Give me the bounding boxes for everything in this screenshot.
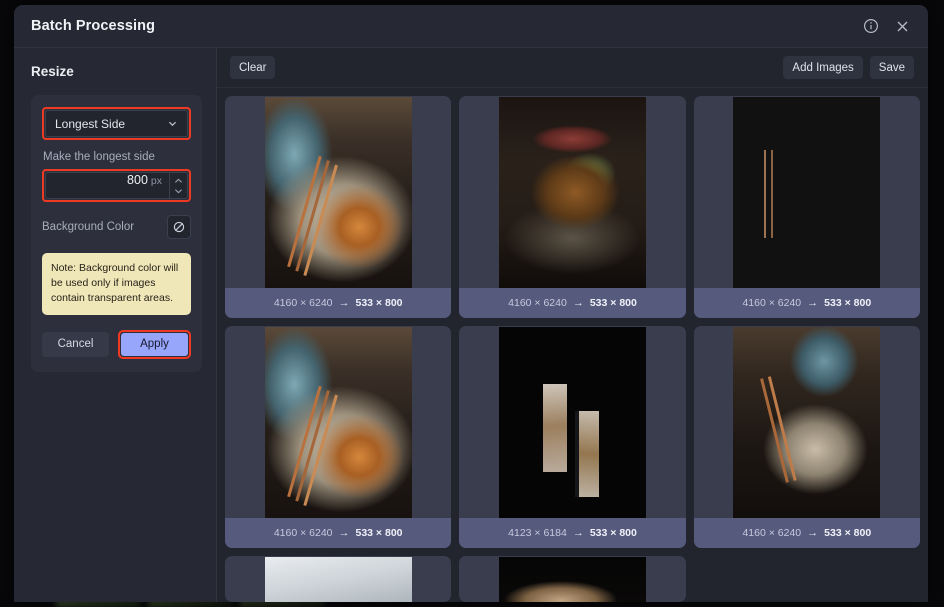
thumbnail-card[interactable]: 4160 × 6240 → 533 × 800 [693,326,920,548]
thumbnail-image [498,97,646,288]
thumbnail-card[interactable]: 4160 × 6240 → 533 × 800 [693,96,920,318]
size-input-unit: px [150,175,162,187]
source-dimensions: 4160 × 6240 [273,297,333,309]
thumbnail-caption: 4160 × 6240 → 533 × 800 [459,288,686,318]
no-color-slashed-circle-icon[interactable] [167,215,191,239]
thumbnail-image [733,327,881,518]
source-dimensions: 4160 × 6240 [742,297,802,309]
background-color-note: Note: Background color will be used only… [42,253,191,315]
photo-preview [733,97,880,288]
thumbnail-caption: 4160 × 6240 → 533 × 800 [693,288,920,318]
photo-preview [264,97,412,288]
target-dimensions: 533 × 800 [355,527,403,539]
dialog-titlebar: Batch Processing [14,5,928,48]
source-dimensions: 4160 × 6240 [273,527,333,539]
target-dimensions: 533 × 800 [355,297,403,309]
size-field-highlight: 800 px [42,169,191,202]
thumbnail-caption: 4123 × 6184 → 533 × 800 [459,518,686,548]
photo-preview [264,557,412,602]
background-color-label: Background Color [42,221,135,233]
thumbnail-image [264,557,412,602]
size-field-label: Make the longest side [43,151,155,163]
photo-preview [264,327,412,518]
thumbnail-card[interactable] [225,556,452,602]
thumbnail-card[interactable]: 4123 × 6184 → 533 × 800 [459,326,686,548]
dialog-body: Resize Longest Side Make the longest sid… [14,48,928,602]
sidebar-heading: Resize [31,64,74,79]
photo-preview [498,97,646,288]
thumbnail-caption: 4160 × 6240 → 533 × 800 [225,288,452,318]
source-dimensions: 4160 × 6240 [508,297,567,309]
info-circle-icon[interactable] [861,17,880,36]
content-toolbar: Clear Add Images Save [217,48,928,88]
thumbnail-image [264,97,412,288]
resize-control-panel: Longest Side Make the longest side 800 p… [31,95,202,372]
arrow-icon: → [338,527,350,539]
titlebar-actions [861,17,912,36]
arrow-icon: → [807,527,819,539]
panel-actions: Cancel Apply [42,329,191,359]
close-icon[interactable] [893,17,912,36]
toolbar-right-group: Add Images Save [783,56,914,79]
arrow-icon: → [572,527,584,539]
thumbnail-image [733,97,881,288]
target-dimensions: 533 × 800 [824,297,872,309]
size-input-value: 800 [127,173,148,187]
apply-button-highlight: Apply [118,329,191,359]
target-dimensions: 533 × 800 [589,297,637,309]
source-dimensions: 4123 × 6184 [508,527,567,539]
resize-mode-highlight: Longest Side [42,107,191,140]
source-dimensions: 4160 × 6240 [742,527,802,539]
thumbnail-card[interactable]: 4160 × 6240 → 533 × 800 [459,96,686,318]
chevron-down-icon [167,118,178,129]
arrow-icon: → [572,297,584,309]
thumbnail-card[interactable]: 4160 × 6240 → 533 × 800 [225,96,452,318]
resize-mode-select[interactable]: Longest Side [45,110,188,137]
save-button[interactable]: Save [869,56,914,79]
dialog-title: Batch Processing [31,18,156,34]
resize-sidebar: Resize Longest Side Make the longest sid… [14,48,217,602]
cancel-button[interactable]: Cancel [42,331,109,357]
arrow-icon: → [338,297,350,309]
thumbnail-card[interactable]: 4160 × 6240 → 533 × 800 [225,326,452,548]
thumbnail-image [264,327,412,518]
content-area: Clear Add Images Save 4160 × 6240 → 533 × … [217,48,928,602]
apply-button[interactable]: Apply [121,332,188,356]
size-stepper[interactable] [169,172,188,199]
chevron-down-icon[interactable] [174,188,183,194]
thumbnail-image [498,327,646,518]
clear-button[interactable]: Clear [230,56,276,79]
note-text: Note: Background color will be used only… [51,262,179,304]
chevron-up-icon[interactable] [174,178,183,184]
batch-processing-dialog: Batch Processing Resize Longest Side Mak… [14,5,928,602]
add-images-button[interactable]: Add Images [783,56,863,79]
thumbnail-image [498,557,646,602]
photo-preview [498,327,646,518]
arrow-icon: → [807,297,819,309]
size-input[interactable]: 800 px [45,172,169,199]
photo-preview [733,327,881,518]
thumbnail-caption: 4160 × 6240 → 533 × 800 [693,518,920,548]
photo-preview [498,557,646,602]
resize-mode-value: Longest Side [55,116,126,131]
thumbnail-caption: 4160 × 6240 → 533 × 800 [225,518,452,548]
target-dimensions: 533 × 800 [589,527,637,539]
thumbnail-grid: 4160 × 6240 → 533 × 800 4160 × 6240 → 533 × 8… [217,88,928,602]
target-dimensions: 533 × 800 [824,527,872,539]
background-color-row: Background Color [42,215,191,239]
thumbnail-card[interactable] [459,556,686,602]
